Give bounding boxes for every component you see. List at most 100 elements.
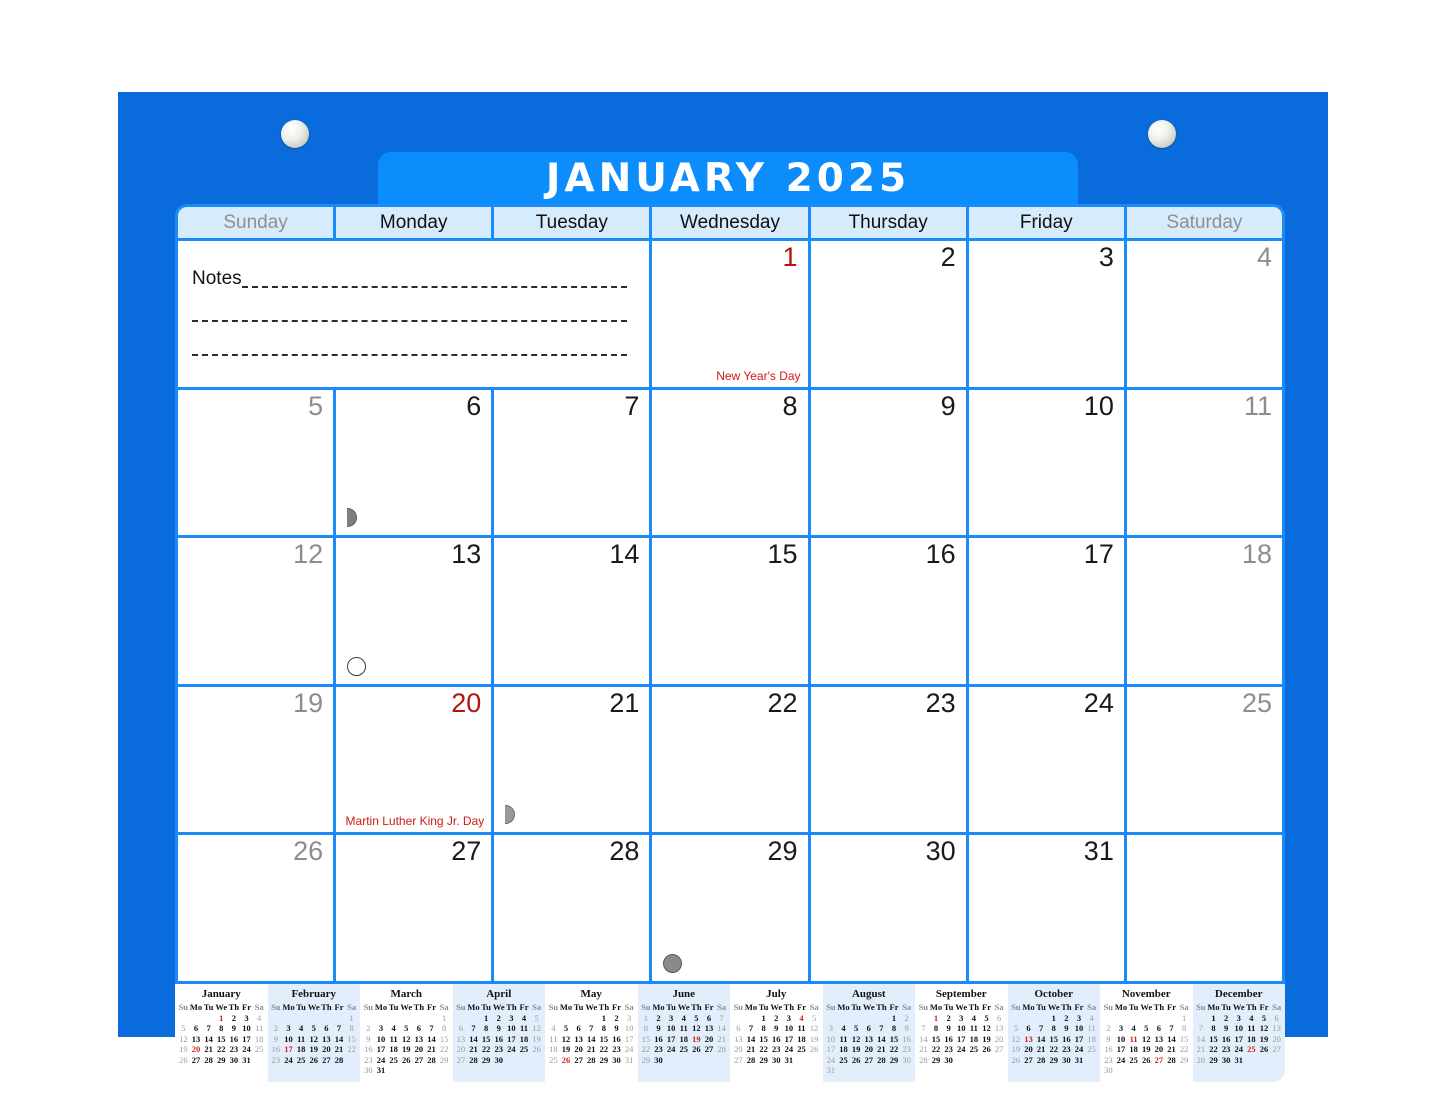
mini-month-august[interactable]: AugustSuMoTuWeThFrSa.....123456789101112… [822, 984, 915, 1082]
day-cell-16[interactable]: 16 [810, 538, 966, 684]
day-cell-10[interactable]: 10 [968, 389, 1124, 536]
mini-day: 6 [1156, 1023, 1161, 1033]
day-number: 4 [1256, 242, 1272, 272]
mini-month-name: November [1121, 988, 1171, 1000]
mini-day: 5 [984, 1012, 989, 1023]
day-cell-13[interactable]: 13 [336, 538, 492, 684]
mini-day: 2 [231, 1012, 236, 1023]
day-cell-28[interactable]: 28 [494, 835, 650, 981]
mini-day: 23 [1062, 1044, 1071, 1054]
mini-dow-tu: Tu [296, 1002, 306, 1012]
mini-month-november[interactable]: NovemberSuMoTuWeThFrSa......123456789101… [1100, 984, 1193, 1082]
mini-day: 7 [719, 1012, 724, 1023]
day-cell-27[interactable]: 27 [336, 835, 492, 981]
day-cell-15[interactable]: 15 [652, 538, 808, 684]
mini-month-december[interactable]: DecemberSuMoTuWeThFrSa.12345678910111213… [1192, 984, 1285, 1082]
mini-day: 7 [1198, 1023, 1203, 1033]
mini-month-grid: SuMoTuWeThFrSa.....123456789101112131415… [825, 1002, 914, 1076]
mini-month-february[interactable]: FebruarySuMoTuWeThFrSa......123456789101… [267, 984, 360, 1082]
mini-day: 30 [771, 1054, 781, 1065]
mini-dow-tu: Tu [851, 1002, 861, 1012]
mini-day: 4 [521, 1012, 527, 1023]
mini-month-june[interactable]: June Su Mo Tu We Th Fr Sa 1 2 3 4 5 6 7 8 9 10 11 12 13 14 15 1… [637, 984, 730, 1082]
mini-dow-mo: Mo [1207, 1002, 1220, 1012]
mini-dow-tu: Tu [666, 1002, 676, 1012]
mini-day: 22 [599, 1044, 609, 1054]
day-cell-26[interactable]: 26 [178, 835, 334, 981]
mini-dow-sa: Sa [1272, 1002, 1282, 1012]
day-cell-6[interactable]: 6 [336, 389, 492, 536]
mini-month-july[interactable]: JulySuMoTuWeThFrSa..12345678910111213141… [730, 984, 823, 1082]
day-cell-4[interactable]: 4 [1126, 241, 1282, 387]
mini-day-blank: . [467, 1013, 480, 1024]
mini-day-blank: . [333, 1013, 346, 1024]
mini-day: 6 [1274, 1012, 1279, 1023]
day-cell-2[interactable]: 2 [810, 241, 966, 387]
day-cell-23[interactable]: 23 [810, 686, 966, 833]
mini-day: 24 [1116, 1054, 1126, 1065]
day-cell-22[interactable]: 22 [652, 686, 808, 833]
mini-dow-we: We [1232, 1002, 1245, 1012]
weekday-header-wednesday: Wednesday [652, 207, 808, 238]
day-cell-25[interactable]: 25 [1126, 686, 1282, 833]
day-cell-empty[interactable] [1126, 835, 1282, 981]
mini-month-september[interactable]: SeptemberSuMoTuWeThFrSa.1234567891011121… [915, 984, 1008, 1082]
mini-day: 24 [507, 1044, 516, 1054]
mini-day: 23 [902, 1044, 911, 1054]
mini-month-october[interactable]: OctoberSuMoTuWeThFrSa...1234567891011121… [1007, 984, 1100, 1082]
mini-day: 9 [656, 1023, 661, 1033]
mini-day: 22 [931, 1044, 941, 1054]
day-cell-20[interactable]: 20 Martin Luther King Jr. Day [336, 686, 492, 833]
notes-line[interactable]: Notes [192, 257, 628, 291]
mini-day: 6 [866, 1023, 871, 1033]
mini-day: 29 [759, 1054, 768, 1065]
mini-day: 4 [551, 1023, 556, 1033]
mini-dow-we: We [215, 1002, 228, 1012]
mini-month-name: May [580, 988, 602, 1000]
notes-line[interactable] [192, 291, 628, 325]
day-cell-24[interactable]: 24 [968, 686, 1124, 833]
mini-day: 16 [944, 1033, 953, 1044]
day-cell-11[interactable]: 11 [1126, 389, 1282, 536]
mini-day: 16 [1221, 1033, 1231, 1044]
mini-day: 29 [216, 1054, 226, 1065]
day-cell-29[interactable]: 29 [652, 835, 808, 981]
mini-day: 30 [364, 1065, 373, 1075]
mini-day: 25 [519, 1044, 529, 1054]
mini-day: 19 [1259, 1033, 1269, 1044]
moon-phase-last-quarter-icon [505, 805, 516, 825]
notes-cell[interactable]: Notes [178, 241, 650, 387]
day-cell-5[interactable]: 5 [178, 389, 334, 536]
day-cell-3[interactable]: 3 [968, 241, 1124, 387]
day-cell-8[interactable]: 8 [652, 389, 808, 536]
mini-day: 26 [982, 1044, 991, 1054]
mini-day: 19 [401, 1044, 411, 1054]
day-cell-1[interactable]: 1 New Year's Day [652, 241, 808, 387]
mini-month-march[interactable]: MarchSuMoTuWeThFrSa......123456789101112… [360, 984, 453, 1082]
mini-dow-mo: Mo [1114, 1002, 1128, 1012]
day-cell-18[interactable]: 18 [1126, 538, 1282, 684]
mini-day-blank: . [1127, 1013, 1140, 1024]
mini-day: 11 [839, 1033, 848, 1044]
day-cell-14[interactable]: 14 [494, 538, 650, 684]
day-cell-7[interactable]: 7 [494, 389, 650, 536]
mini-day-blank: . [282, 1013, 295, 1024]
mini-day-blank: . [455, 1013, 468, 1024]
mini-day: 3 [959, 1012, 964, 1023]
mini-day-blank: . [745, 1013, 758, 1024]
day-cell-19[interactable]: 19 [178, 686, 334, 833]
day-cell-17[interactable]: 17 [968, 538, 1124, 684]
mini-day: 19 [982, 1033, 991, 1044]
day-cell-9[interactable]: 9 [810, 389, 966, 536]
mini-month-april[interactable]: AprilSuMoTuWeThFrSa..1234567891011121314… [452, 984, 545, 1082]
mini-day: 16 [1104, 1044, 1113, 1054]
day-cell-12[interactable]: 12 [178, 538, 334, 684]
mini-day: 18 [1129, 1044, 1138, 1054]
mini-day: 24 [284, 1054, 293, 1065]
mini-month-may[interactable]: MaySuMoTuWeThFrSa....1234567891011121314… [545, 984, 638, 1082]
day-cell-21[interactable]: 21 [494, 686, 650, 833]
notes-line[interactable] [192, 325, 628, 359]
mini-month-january[interactable]: JanuarySuMoTuWeThFrSa...1234567891011121… [175, 984, 268, 1082]
day-cell-31[interactable]: 31 [968, 835, 1124, 981]
day-cell-30[interactable]: 30 [810, 835, 966, 981]
